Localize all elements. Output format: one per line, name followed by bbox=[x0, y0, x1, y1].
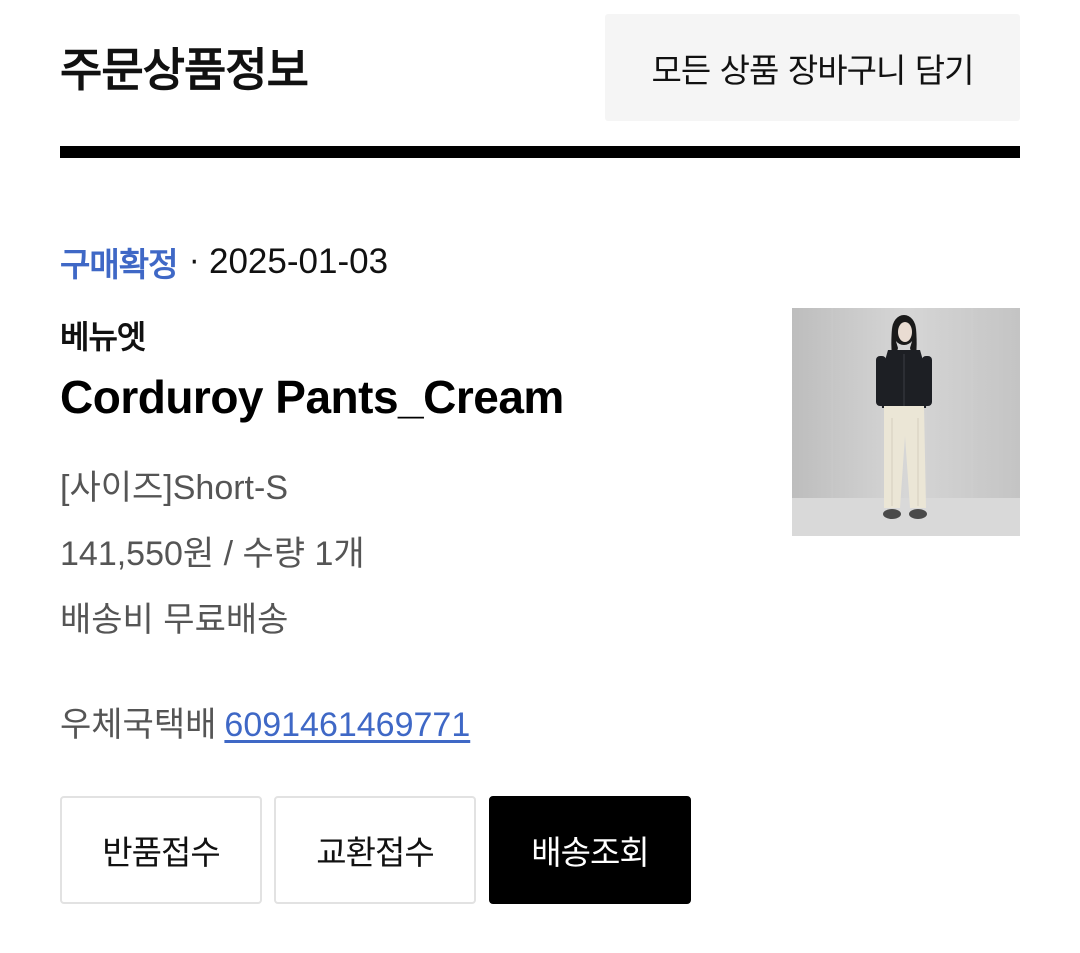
shipping-fee: 배송비 무료배송 bbox=[60, 601, 289, 639]
tracking-info: 우체국택배 6091461469771 bbox=[60, 697, 470, 746]
header-divider bbox=[60, 146, 1020, 158]
order-status: 구매확정 bbox=[60, 245, 178, 284]
tracking-number-link[interactable]: 6091461469771 bbox=[224, 706, 470, 744]
exchange-request-button[interactable]: 교환접수 bbox=[274, 796, 476, 904]
product-option: [사이즈]Short-S bbox=[60, 469, 288, 507]
courier-name: 우체국택배 bbox=[60, 706, 217, 744]
section-header: 주문상품정보 모든 상품 장바구니 담기 bbox=[0, 0, 1080, 160]
order-date: 2025-01-03 bbox=[209, 242, 389, 281]
order-status-line: 구매확정 · 2025-01-03 bbox=[60, 238, 388, 286]
brand-name[interactable]: 베뉴엣 bbox=[60, 312, 146, 358]
product-photo-illustration bbox=[792, 308, 1020, 536]
product-name[interactable]: Corduroy Pants_Cream bbox=[60, 370, 564, 424]
separator-dot: · bbox=[189, 244, 199, 280]
page-title: 주문상품정보 bbox=[60, 43, 309, 97]
price-quantity: 141,550원 / 수량 1개 bbox=[60, 535, 365, 573]
product-thumbnail[interactable] bbox=[792, 308, 1020, 536]
return-request-button[interactable]: 반품접수 bbox=[60, 796, 262, 904]
add-all-to-cart-button[interactable]: 모든 상품 장바구니 담기 bbox=[605, 14, 1020, 121]
track-delivery-button[interactable]: 배송조회 bbox=[489, 796, 691, 904]
